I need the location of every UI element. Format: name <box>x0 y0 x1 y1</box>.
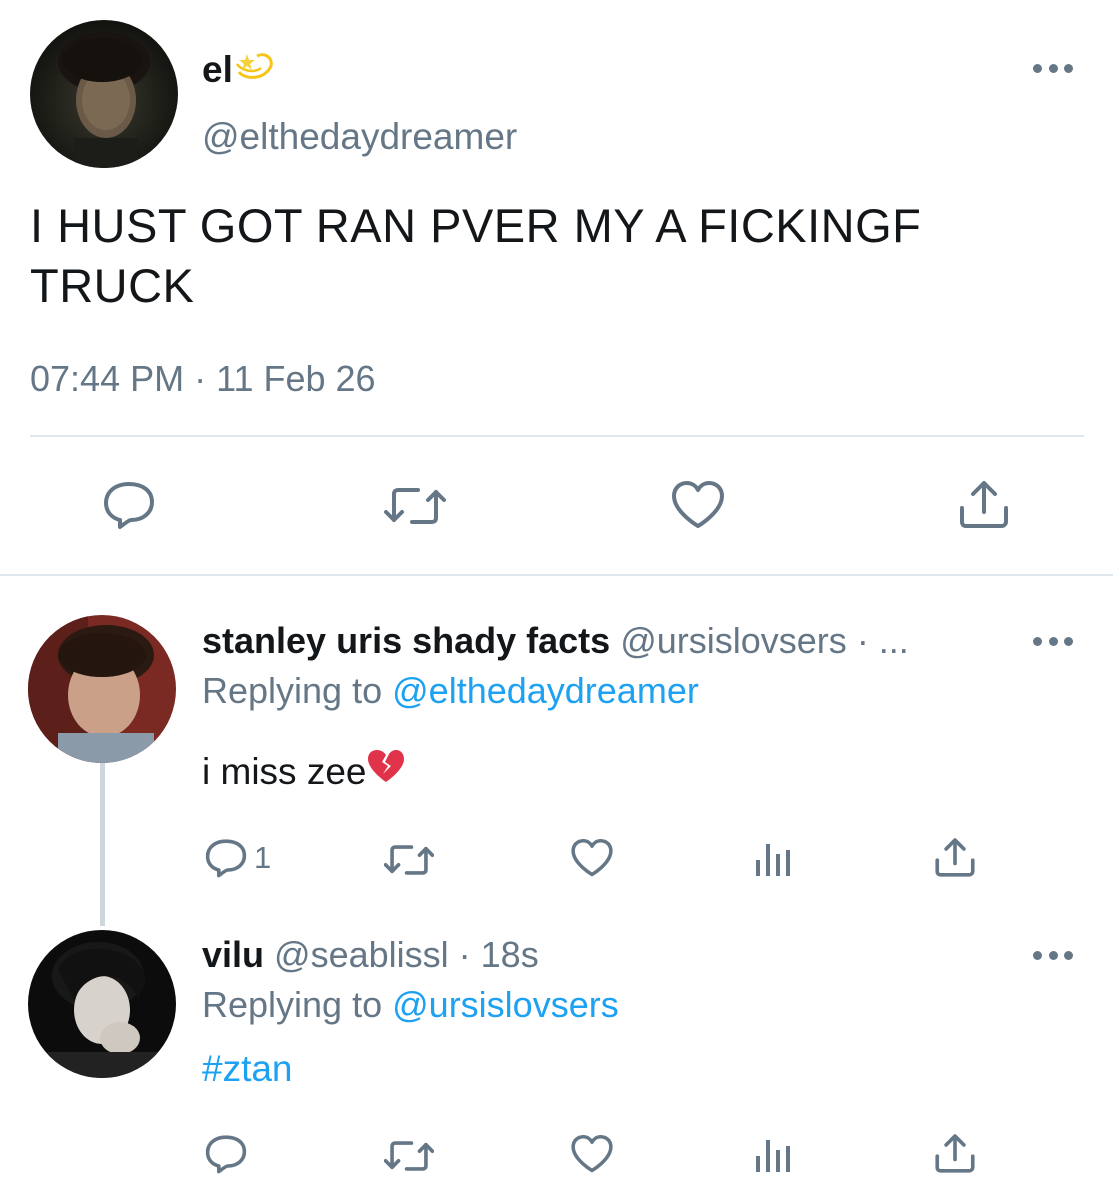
reply2-header: vilu @seablissl · 18s <box>202 932 539 978</box>
retweet-icon <box>384 1141 434 1171</box>
main-tweet-timestamp: 07:44 PM · 11 Feb 26 <box>30 358 376 399</box>
reply-icon <box>205 1135 247 1174</box>
reply1-replying-to-link[interactable]: @elthedaydreamer <box>392 670 699 711</box>
retweet-icon <box>384 845 434 875</box>
like-icon <box>571 838 613 877</box>
reply2-display-name[interactable]: vilu <box>202 934 264 975</box>
share-icon <box>935 838 975 877</box>
reply1-like-button[interactable] <box>570 838 614 878</box>
reply1-analytics-button[interactable] <box>754 840 794 878</box>
main-handle[interactable]: @elthedaydreamer <box>202 114 517 160</box>
reply-icon <box>104 482 154 529</box>
share-icon <box>935 1134 975 1173</box>
thread-connector-line <box>100 762 105 926</box>
reply2-replying-to: Replying to @ursislovsers <box>202 984 619 1025</box>
reply1-text: i miss zee <box>202 748 406 795</box>
reply2-reply-button[interactable] <box>204 1134 248 1174</box>
reply2-like-button[interactable] <box>570 1134 614 1174</box>
reply1-display-name[interactable]: stanley uris shady facts <box>202 620 610 661</box>
main-display-name[interactable]: el <box>202 46 275 93</box>
share-icon <box>960 481 1008 528</box>
reply2-handle[interactable]: @seablissl <box>274 934 449 975</box>
analytics-icon <box>756 1140 790 1172</box>
reply1-share-button[interactable] <box>934 836 976 878</box>
like-icon <box>672 481 724 528</box>
main-like-button[interactable] <box>670 480 726 530</box>
retweet-icon <box>384 488 446 524</box>
reply2-retweet-button[interactable] <box>384 1138 434 1174</box>
reply1-reply-count: 1 <box>254 840 272 875</box>
broken-heart-icon <box>366 748 406 795</box>
reply2-share-button[interactable] <box>934 1132 976 1174</box>
analytics-icon <box>756 844 790 876</box>
reply2-text: #ztan <box>202 1046 293 1092</box>
avatar-stanley[interactable] <box>28 615 176 763</box>
like-icon <box>571 1134 613 1173</box>
reply1-replying-to: Replying to @elthedaydreamer <box>202 670 699 711</box>
main-divider <box>30 435 1084 437</box>
main-reply-button[interactable] <box>102 480 156 530</box>
reply2-analytics-button[interactable] <box>754 1136 794 1174</box>
avatar-el[interactable] <box>30 20 178 168</box>
reply1-meta: · ... <box>856 620 909 661</box>
main-more-options-icon[interactable] <box>1033 61 1073 75</box>
reply1-handle[interactable]: @ursislovsers <box>620 620 847 661</box>
reply1-header: stanley uris shady facts @ursislovsers ·… <box>202 618 909 664</box>
dizzy-star-icon <box>235 46 275 93</box>
hashtag-link[interactable]: #ztan <box>202 1046 293 1092</box>
reply2-replying-to-link[interactable]: @ursislovsers <box>392 984 619 1025</box>
reply2-more-options-icon[interactable] <box>1033 948 1073 962</box>
main-retweet-button[interactable] <box>384 484 446 528</box>
main-share-button[interactable] <box>958 478 1010 530</box>
main-tweet-text: I HUST GOT RAN PVER MY A FICKINGF TRUCK <box>30 199 922 312</box>
reply1-more-options-icon[interactable] <box>1033 634 1073 648</box>
reply1-reply-button[interactable]: 1 <box>204 838 271 878</box>
reply2-meta: · 18s <box>458 934 539 975</box>
avatar-vilu[interactable] <box>28 930 176 1078</box>
reply-icon <box>205 839 247 878</box>
section-divider <box>0 574 1113 576</box>
reply1-retweet-button[interactable] <box>384 842 434 878</box>
